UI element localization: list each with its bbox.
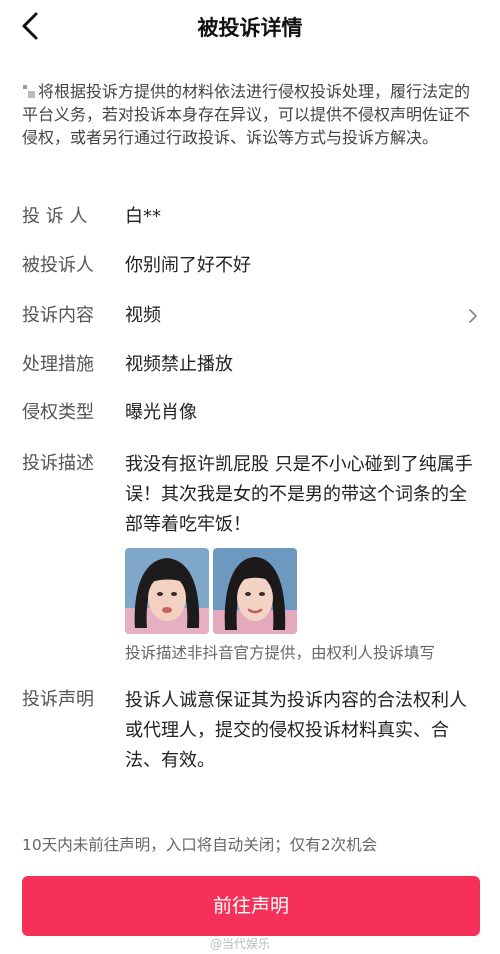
- description-label: 投诉描述: [22, 453, 94, 474]
- respondent-label: 被投诉人: [22, 255, 94, 276]
- complainant-label: 投 诉 人: [22, 206, 88, 227]
- measure-label: 处理措施: [22, 354, 94, 375]
- row-description: 投诉描述 我没有抠许凯屁股 只是不小心碰到了纯属手误！其次我是女的不是男的带这个…: [22, 450, 480, 540]
- evidence-image-2[interactable]: [213, 548, 297, 634]
- description-value: 我没有抠许凯屁股 只是不小心碰到了纯属手误！其次我是女的不是男的带这个词条的全部…: [125, 454, 473, 535]
- content-label: 投诉内容: [22, 305, 94, 326]
- content-value: 视频: [125, 305, 161, 326]
- statement-label: 投诉声明: [22, 689, 94, 710]
- measure-value: 视频禁止播放: [125, 354, 233, 375]
- info-icon: [23, 85, 35, 98]
- statement-value: 投诉人诚意保证其为投诉内容的合法权利人或代理人，提交的侵权投诉材料真实、合法、有…: [125, 690, 467, 771]
- deadline-note: 10天内未前往声明，入口将自动关闭；仅有2次机会: [22, 836, 378, 854]
- page-title: 被投诉详情: [197, 16, 303, 40]
- chevron-right-icon: [469, 309, 477, 323]
- row-statement: 投诉声明 投诉人诚意保证其为投诉内容的合法权利人或代理人，提交的侵权投诉材料真实…: [22, 686, 480, 776]
- watermark: @当代娱乐: [210, 937, 271, 951]
- infringement-type-label: 侵权类型: [22, 402, 94, 423]
- notice-text-block: 将根据投诉方提供的材料依法进行侵权投诉处理，履行法定的平台义务，若对投诉本身存在…: [22, 80, 480, 149]
- nav-bar: 被投诉详情: [0, 0, 500, 54]
- evidence-note: 投诉描述非抖音官方提供，由权利人投诉填写: [125, 644, 436, 662]
- respondent-value: 你别闹了好不好: [125, 255, 251, 276]
- infringement-type-value: 曝光肖像: [125, 402, 197, 423]
- evidence-image-1[interactable]: [125, 548, 209, 634]
- notice-text: 将根据投诉方提供的材料依法进行侵权投诉处理，履行法定的平台义务，若对投诉本身存在…: [22, 82, 471, 147]
- go-to-statement-button[interactable]: 前往声明: [22, 876, 480, 936]
- complainant-value: 白**: [125, 206, 161, 227]
